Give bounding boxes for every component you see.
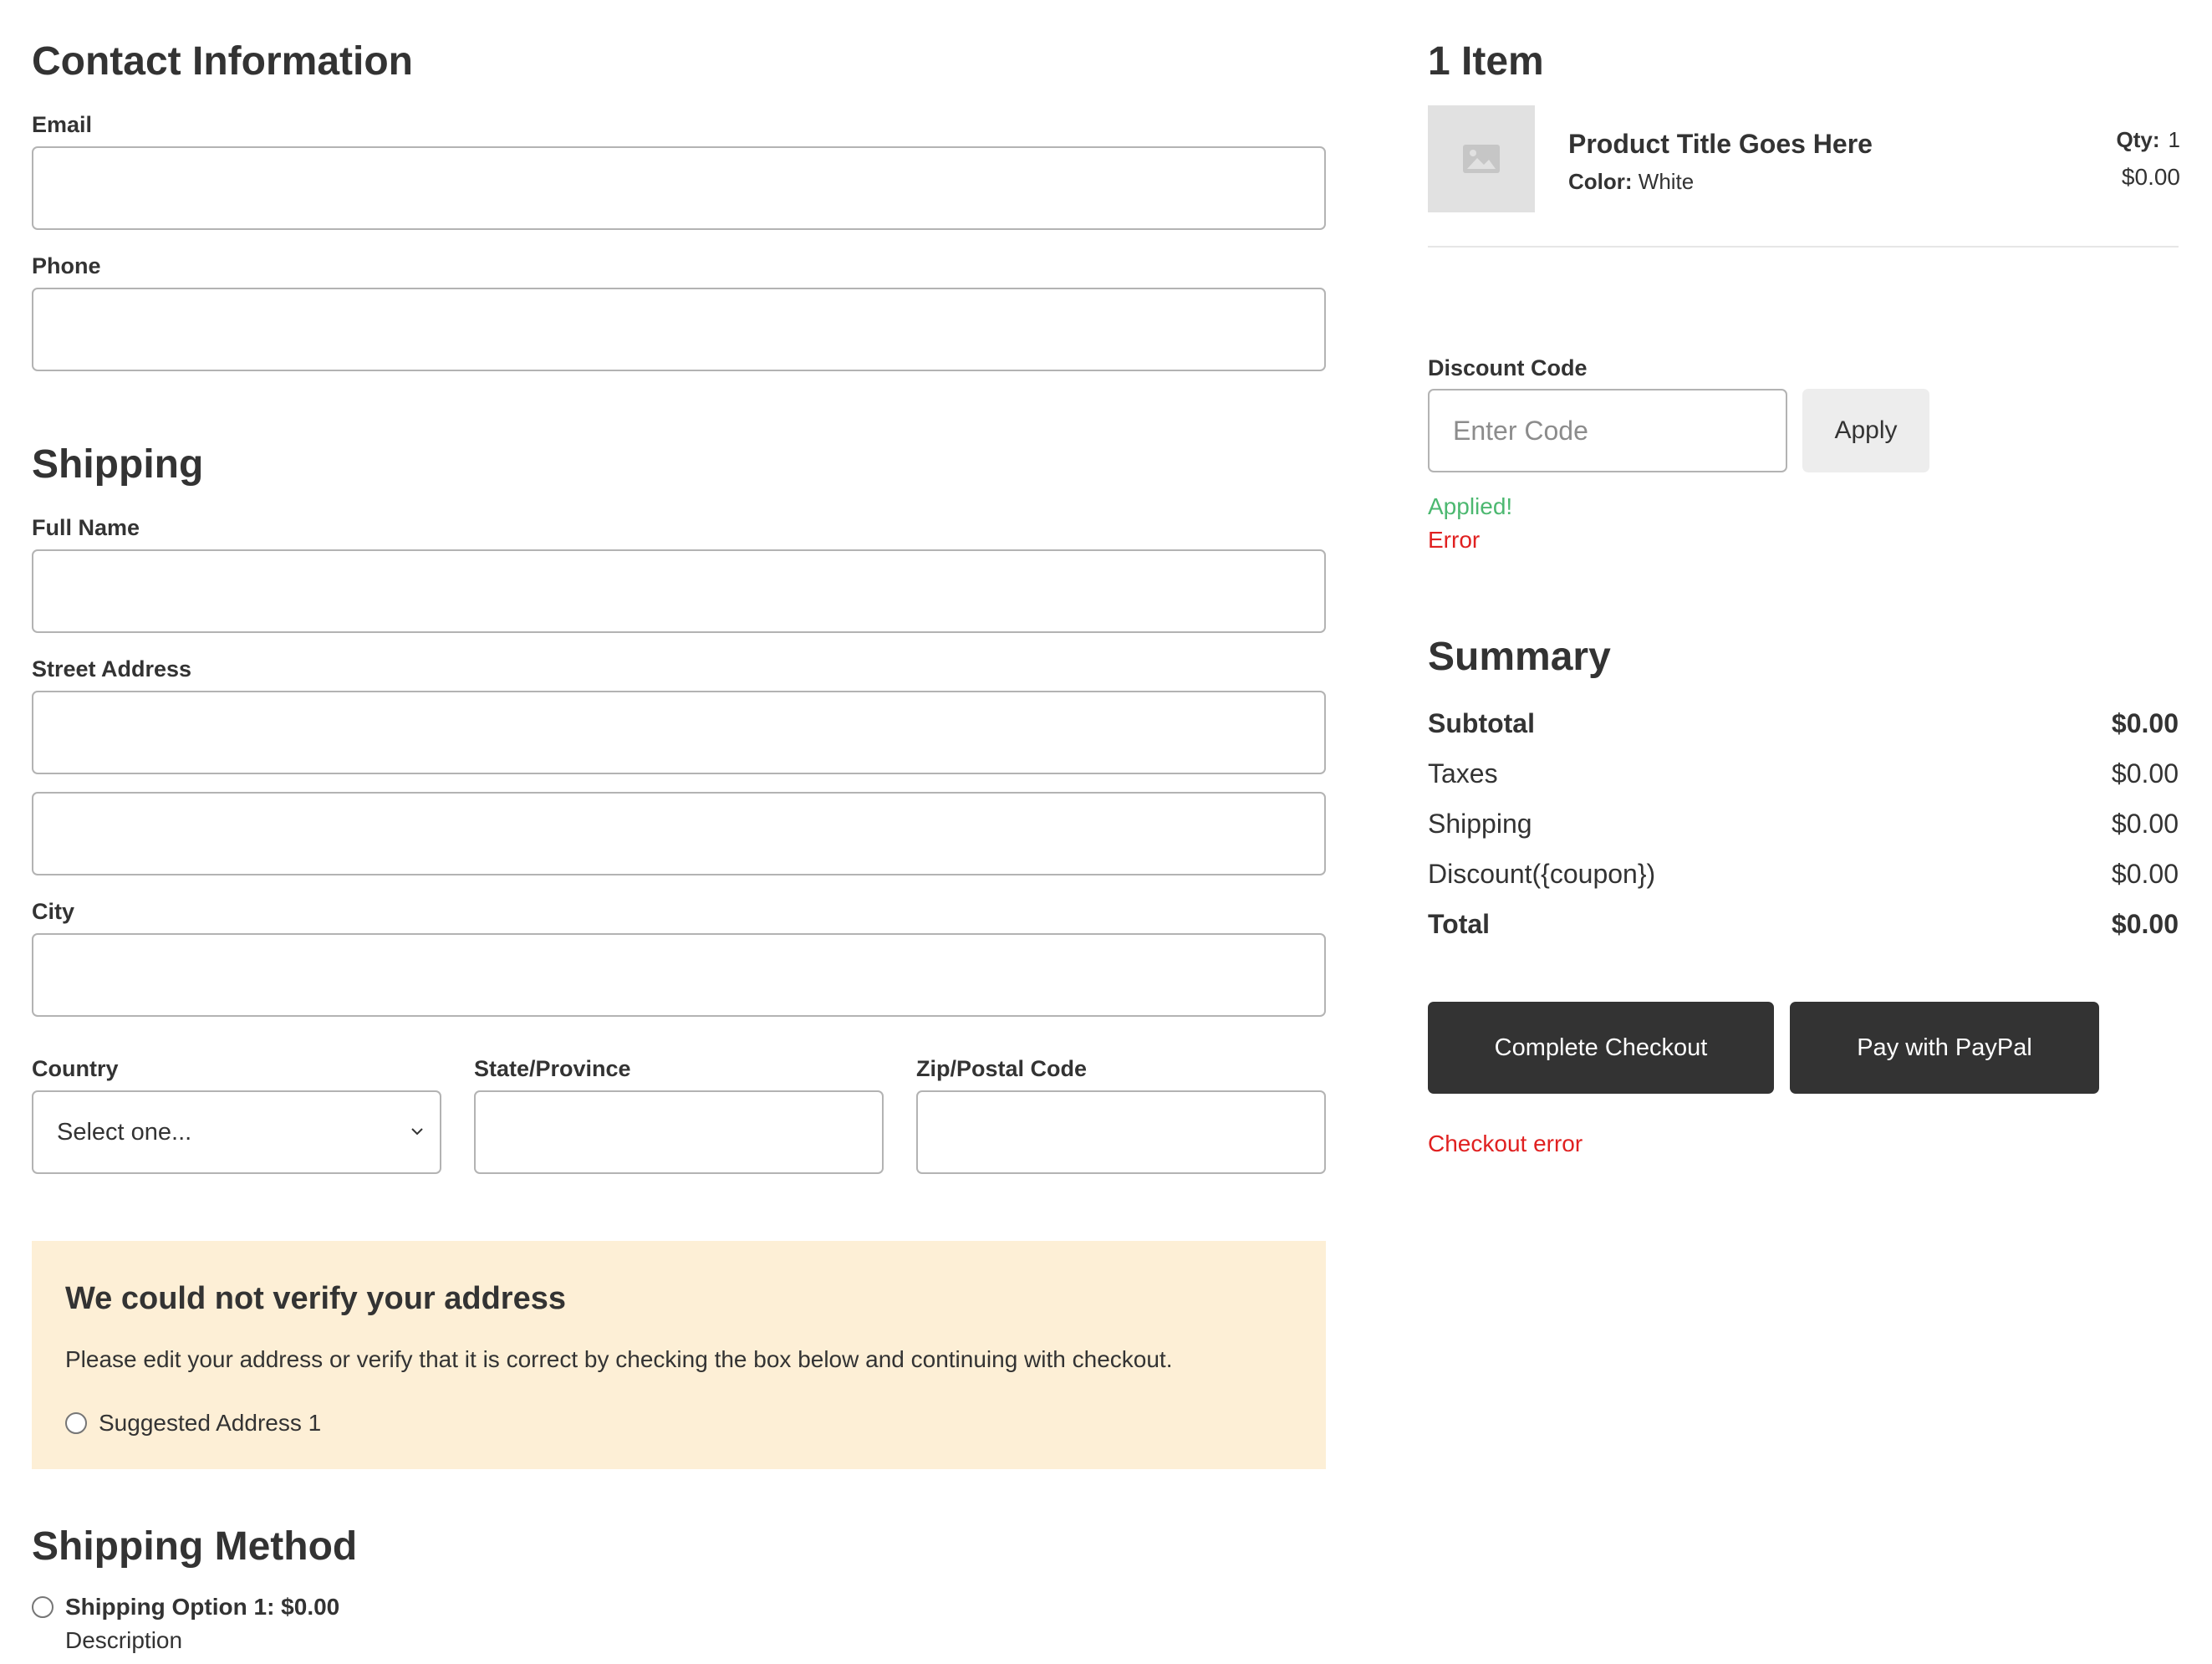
product-thumbnail — [1428, 105, 1535, 212]
pay-with-paypal-button[interactable]: Pay with PayPal — [1790, 1002, 2099, 1094]
phone-label: Phone — [32, 253, 101, 278]
suggested-address-option[interactable]: Suggested Address 1 — [65, 1410, 321, 1437]
checkout-error-message: Checkout error — [1428, 1131, 1583, 1156]
color-label: Color: — [1568, 169, 1633, 194]
cart-heading: 1 Item — [1428, 39, 1544, 84]
discount-code-input[interactable] — [1428, 389, 1787, 472]
summary-row-taxes: Taxes $0.00 — [1428, 758, 2179, 789]
image-placeholder-icon — [1463, 145, 1500, 173]
chevron-down-icon — [411, 1128, 423, 1136]
suggested-address-label: Suggested Address 1 — [99, 1410, 322, 1436]
phone-field[interactable] — [32, 288, 1326, 371]
full-name-field[interactable] — [32, 549, 1326, 633]
product-title: Product Title Goes Here — [1568, 129, 1873, 159]
shipping-cost-value: $0.00 — [2111, 809, 2179, 839]
discount-row-label: Discount({coupon}) — [1428, 859, 1656, 889]
country-label: Country — [32, 1056, 119, 1081]
notice-title: We could not verify your address — [65, 1281, 567, 1316]
product-qty: Qty: 1 — [2117, 127, 2180, 153]
apply-discount-button[interactable]: Apply — [1802, 389, 1929, 472]
city-field[interactable] — [32, 933, 1326, 1017]
shipping-option-description: Description — [65, 1627, 183, 1653]
taxes-value: $0.00 — [2111, 758, 2179, 789]
shipping-heading: Shipping — [32, 442, 204, 487]
color-value: White — [1638, 169, 1695, 194]
state-field[interactable] — [474, 1090, 884, 1174]
discount-label: Discount Code — [1428, 355, 1588, 380]
suggested-address-radio[interactable] — [65, 1412, 87, 1434]
country-selected-value: Select one... — [57, 1118, 192, 1146]
country-select[interactable]: Select one... — [32, 1090, 441, 1174]
notice-message: Please edit your address or verify that … — [65, 1346, 1173, 1372]
shipping-option-title: Shipping Option 1: $0.00 — [65, 1594, 340, 1620]
street-address-line1-field[interactable] — [32, 691, 1326, 774]
subtotal-label: Subtotal — [1428, 708, 1535, 738]
discount-error-message: Error — [1428, 527, 1481, 553]
email-field[interactable] — [32, 146, 1326, 230]
street-address-label: Street Address — [32, 656, 192, 681]
state-label: State/Province — [474, 1056, 631, 1081]
total-label: Total — [1428, 909, 1491, 939]
zip-label: Zip/Postal Code — [916, 1056, 1088, 1081]
address-verification-notice: We could not verify your address Please … — [32, 1241, 1326, 1469]
summary-row-total: Total $0.00 — [1428, 909, 2179, 940]
qty-value: 1 — [2168, 127, 2180, 152]
summary-row-subtotal: Subtotal $0.00 — [1428, 708, 2179, 739]
shipping-option-radio[interactable] — [32, 1596, 54, 1618]
product-price: $0.00 — [2121, 164, 2180, 190]
zip-field[interactable] — [916, 1090, 1326, 1174]
qty-label: Qty: — [2116, 127, 2160, 152]
summary-row-discount: Discount({coupon}) $0.00 — [1428, 859, 2179, 890]
total-value: $0.00 — [2111, 909, 2179, 939]
summary-heading: Summary — [1428, 635, 1611, 679]
email-label: Email — [32, 112, 93, 137]
shipping-cost-label: Shipping — [1428, 809, 1532, 839]
discount-success-message: Applied! — [1428, 493, 1513, 519]
product-color: Color: White — [1568, 169, 1694, 195]
shipping-method-heading: Shipping Method — [32, 1524, 358, 1569]
shipping-option-1[interactable]: Shipping Option 1: $0.00 — [32, 1594, 339, 1621]
street-address-line2-field[interactable] — [32, 792, 1326, 875]
cart-divider — [1428, 246, 2179, 248]
subtotal-value: $0.00 — [2111, 708, 2179, 738]
complete-checkout-button[interactable]: Complete Checkout — [1428, 1002, 1774, 1094]
contact-heading: Contact Information — [32, 39, 413, 84]
taxes-label: Taxes — [1428, 758, 1498, 789]
summary-row-shipping: Shipping $0.00 — [1428, 809, 2179, 840]
full-name-label: Full Name — [32, 515, 140, 540]
discount-row-value: $0.00 — [2111, 859, 2179, 889]
city-label: City — [32, 899, 75, 924]
